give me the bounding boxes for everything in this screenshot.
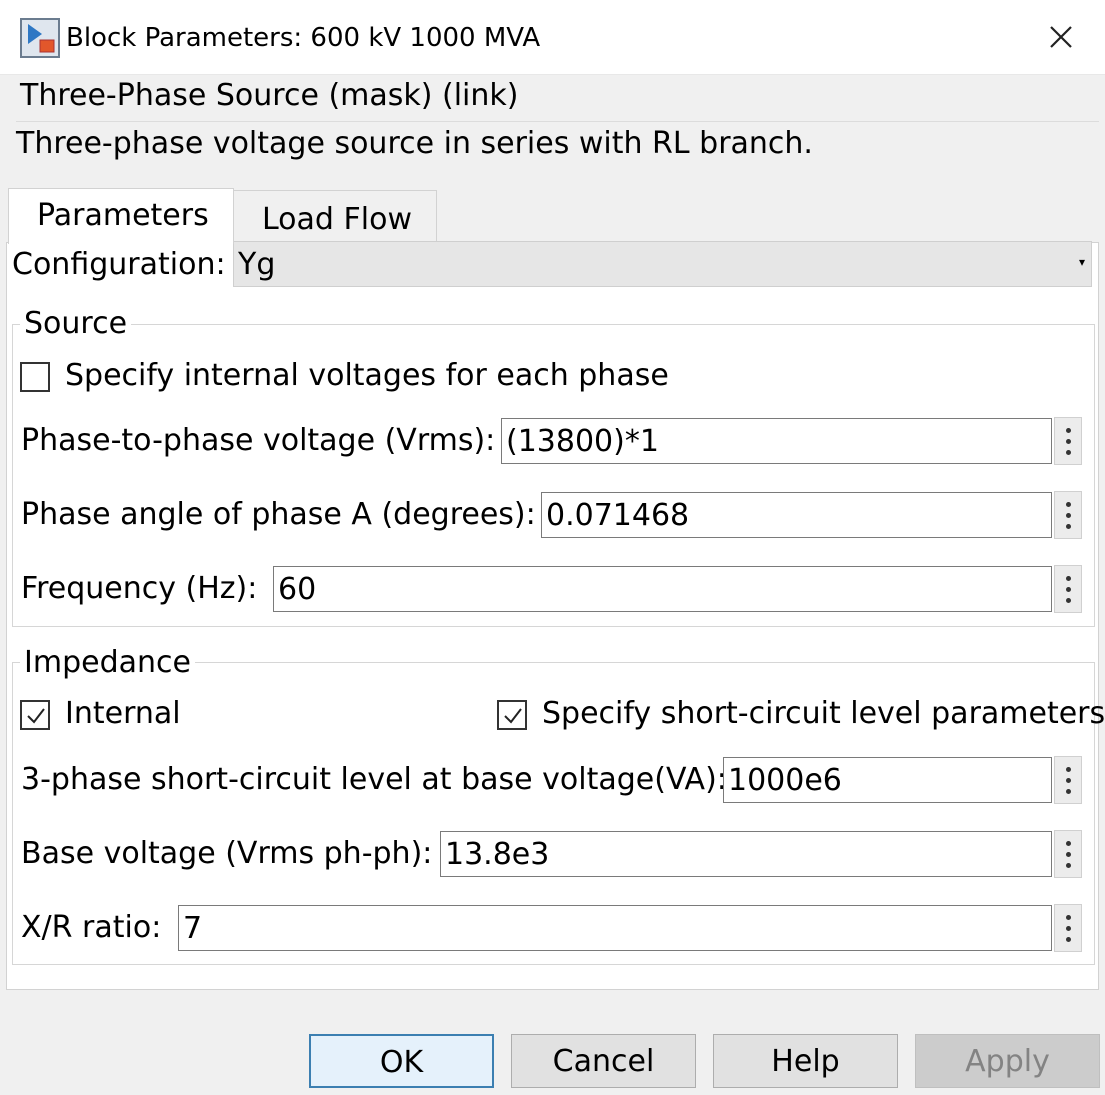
close-icon [1050, 26, 1072, 48]
phase-angle-label: Phase angle of phase A (degrees): [21, 497, 536, 532]
tab-load-flow[interactable]: Load Flow [233, 190, 437, 242]
internal-voltages-label: Specify internal voltages for each phase [65, 358, 669, 393]
xr-ratio-input[interactable]: 7 [178, 905, 1052, 951]
xr-ratio-label: X/R ratio: [21, 910, 162, 945]
window-title: Block Parameters: 600 kV 1000 MVA [66, 23, 541, 53]
source-legend: Source [20, 309, 132, 339]
more-options-icon[interactable] [1054, 904, 1082, 952]
more-options-icon[interactable] [1054, 830, 1082, 878]
header-divider [16, 121, 1099, 122]
checkmark-icon [504, 708, 522, 724]
internal-voltages-checkbox[interactable] [20, 362, 50, 392]
cancel-button[interactable]: Cancel [511, 1034, 696, 1088]
short-circuit-params-checkbox[interactable] [497, 700, 527, 730]
phase-angle-input[interactable]: 0.071468 [541, 492, 1052, 538]
tab-parameters[interactable]: Parameters [8, 188, 234, 244]
help-button[interactable]: Help [713, 1034, 898, 1088]
base-voltage-input[interactable]: 13.8e3 [440, 831, 1052, 877]
simulink-block-icon [20, 18, 60, 58]
sc-level-label: 3-phase short-circuit level at base volt… [21, 762, 727, 797]
checkmark-icon [27, 708, 45, 724]
frequency-input[interactable]: 60 [273, 566, 1052, 612]
close-button[interactable] [1038, 14, 1084, 60]
ok-button[interactable]: OK [309, 1034, 494, 1088]
impedance-legend: Impedance [20, 648, 195, 678]
more-options-icon[interactable] [1054, 756, 1082, 804]
configuration-dropdown[interactable]: Yg ▾ [233, 241, 1092, 287]
internal-label: Internal [65, 696, 181, 731]
tab-label: Load Flow [262, 202, 412, 237]
configuration-value: Yg [238, 247, 276, 282]
base-voltage-label: Base voltage (Vrms ph-ph): [21, 836, 433, 871]
frequency-label: Frequency (Hz): [21, 571, 258, 606]
mask-description: Three-phase voltage source in series wit… [16, 126, 813, 161]
dropdown-arrow-icon: ▾ [1078, 255, 1085, 269]
more-options-icon[interactable] [1054, 491, 1082, 539]
phase-voltage-input[interactable]: (13800)*1 [501, 418, 1052, 464]
more-options-icon[interactable] [1054, 565, 1082, 613]
mask-title: Three-Phase Source (mask) (link) [20, 78, 519, 113]
short-circuit-params-label: Specify short-circuit level parameters [542, 696, 1105, 731]
internal-checkbox[interactable] [20, 700, 50, 730]
configuration-label: Configuration: [12, 247, 226, 282]
phase-voltage-label: Phase-to-phase voltage (Vrms): [21, 423, 496, 458]
sc-level-input[interactable]: 1000e6 [723, 757, 1052, 803]
apply-button[interactable]: Apply [915, 1034, 1100, 1088]
tab-label: Parameters [37, 198, 209, 233]
more-options-icon[interactable] [1054, 417, 1082, 465]
